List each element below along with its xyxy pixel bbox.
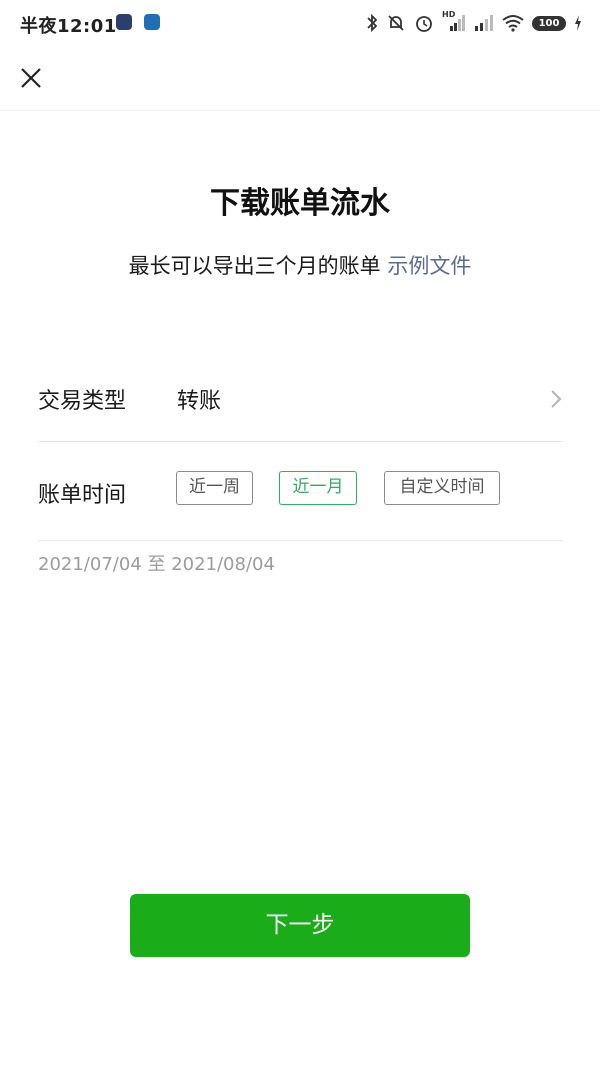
next-button[interactable]: 下一步 bbox=[130, 894, 470, 957]
sample-file-link[interactable]: 示例文件 bbox=[387, 254, 471, 278]
close-icon bbox=[21, 68, 41, 88]
status-bar: 半夜12:01 HD 100 bbox=[0, 0, 600, 48]
page-title: 下载账单流水 bbox=[210, 186, 390, 221]
transaction-type-value: 转账 bbox=[177, 389, 222, 414]
battery-icon: 100 bbox=[532, 15, 566, 31]
subtitle-text: 最长可以导出三个月的账单 bbox=[128, 254, 381, 278]
app-notification-icon bbox=[144, 14, 160, 30]
date-range-text: 2021/07/04 至 2021/08/04 bbox=[38, 554, 275, 575]
alarm-icon bbox=[416, 16, 432, 32]
status-indicators: HD 100 bbox=[366, 10, 582, 36]
hd-signal-icon: HD bbox=[442, 10, 466, 33]
signal-icon bbox=[475, 15, 493, 31]
wifi-icon bbox=[502, 15, 524, 32]
time-option-last-week[interactable]: 近一周 bbox=[176, 471, 253, 505]
row-divider bbox=[38, 540, 563, 541]
transaction-type-label: 交易类型 bbox=[38, 389, 127, 414]
charging-icon bbox=[575, 15, 581, 31]
time-option-custom[interactable]: 自定义时间 bbox=[384, 471, 500, 505]
chevron-right-icon bbox=[551, 390, 562, 408]
bill-time-label: 账单时间 bbox=[38, 483, 127, 508]
mute-bell-icon bbox=[388, 15, 404, 31]
time-option-last-month[interactable]: 近一月 bbox=[279, 471, 357, 505]
header-divider bbox=[0, 110, 600, 111]
close-button[interactable] bbox=[14, 62, 48, 96]
page-subtitle: 最长可以导出三个月的账单 示例文件 bbox=[0, 250, 600, 280]
status-time: 半夜12:01 bbox=[20, 16, 117, 37]
bluetooth-icon bbox=[367, 13, 378, 33]
row-divider bbox=[38, 441, 563, 442]
app-notification-icon bbox=[116, 14, 132, 30]
